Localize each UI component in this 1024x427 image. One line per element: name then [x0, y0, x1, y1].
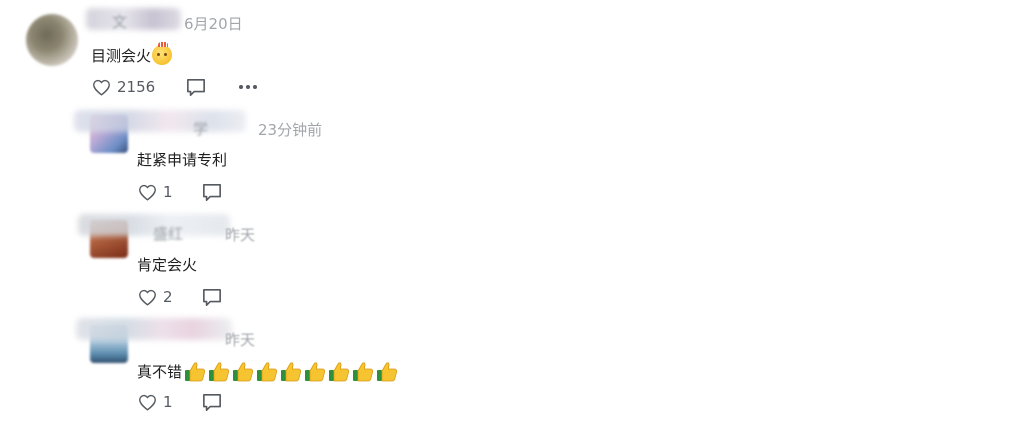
commenter-name-blurred[interactable]	[86, 8, 181, 30]
comment-text: 目测会火	[91, 42, 173, 66]
heart-outline-icon	[139, 184, 156, 201]
reply-time: 昨天	[225, 226, 256, 244]
like-button[interactable]: 2	[138, 288, 173, 306]
heart-outline-icon	[93, 79, 110, 96]
reply-button[interactable]	[202, 288, 222, 307]
reply-name-fragment: 学	[193, 120, 209, 138]
thumbs-up-emoji-icon	[233, 362, 254, 382]
thumbs-up-emoji-icon	[281, 362, 302, 382]
thumbs-up-emoji-icon	[209, 362, 230, 382]
more-dots-icon	[239, 85, 258, 89]
thumbs-up-emoji-icon	[185, 362, 206, 382]
more-button[interactable]	[238, 84, 258, 90]
reply-time: 23分钟前	[258, 121, 323, 139]
comment-bubble-icon	[202, 288, 221, 306]
reply-actions: 2	[138, 286, 222, 308]
commenter-avatar[interactable]	[26, 14, 78, 66]
reply-text: 真不错	[137, 360, 398, 382]
reply-actions: 1	[138, 181, 222, 203]
comment-text-body: 目测会火	[91, 47, 152, 65]
like-count: 1	[163, 183, 173, 201]
comment-thread: 文 6月20日 目测会火 2156 学 23分钟前 赶紧申请专利 1 盛红 昨天…	[0, 0, 1024, 427]
reply-time: 昨天	[225, 331, 256, 349]
reply-button[interactable]	[186, 78, 206, 97]
reply-text: 肯定会火	[137, 256, 198, 274]
like-count: 2	[163, 288, 173, 306]
comment-bubble-icon	[187, 78, 206, 96]
comment-actions: 2156	[92, 76, 258, 98]
reply-text: 赶紧申请专利	[137, 151, 228, 169]
thumbs-up-emoji-icon	[257, 362, 278, 382]
like-button[interactable]: 1	[138, 183, 173, 201]
reply-name-blurred[interactable]	[74, 110, 246, 132]
comment-bubble-icon	[202, 393, 221, 411]
like-count: 2156	[117, 78, 156, 96]
reply-name-fragment: 盛红	[153, 225, 184, 243]
comment-bubble-icon	[202, 183, 221, 201]
like-button[interactable]: 1	[138, 393, 173, 411]
party-face-emoji-icon	[152, 42, 173, 65]
like-button[interactable]: 2156	[92, 78, 155, 96]
comment-time: 6月20日	[184, 15, 243, 33]
reply-actions: 1	[138, 391, 222, 413]
heart-outline-icon	[139, 394, 156, 411]
like-count: 1	[163, 393, 173, 411]
thumbs-up-emoji-icon	[353, 362, 374, 382]
heart-outline-icon	[139, 289, 156, 306]
reply-button[interactable]	[202, 393, 222, 412]
reply-text-body: 真不错	[137, 363, 183, 381]
reply-button[interactable]	[202, 183, 222, 202]
reply-name-blurred[interactable]	[76, 318, 232, 340]
thumbs-up-emoji-icon	[305, 362, 326, 382]
commenter-name-fragment: 文	[112, 13, 128, 31]
thumbs-up-emoji-icon	[329, 362, 350, 382]
thumbs-up-emoji-row	[182, 362, 398, 382]
thumbs-up-emoji-icon	[377, 362, 398, 382]
